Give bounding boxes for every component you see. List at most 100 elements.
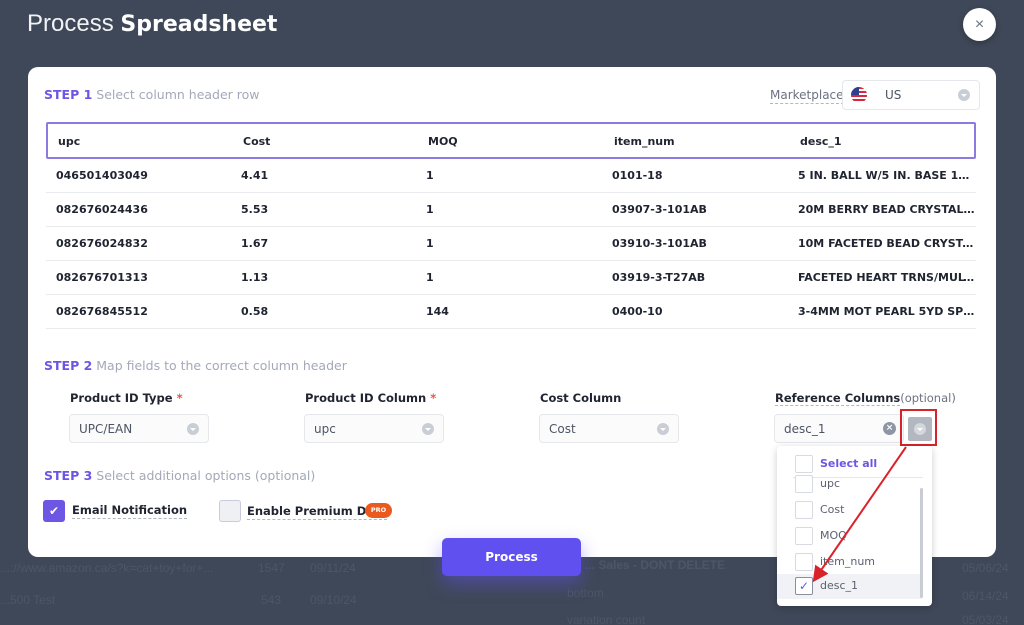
table-cell: 3-4MM MOT PEARL 5YD SPRI... xyxy=(798,305,976,318)
page-title-bold: Spreadsheet xyxy=(120,12,278,37)
page-title-light: Process xyxy=(27,10,114,37)
table-cell: 144 xyxy=(426,305,449,318)
label-text: Cost Column xyxy=(540,391,622,405)
cost-column-select[interactable]: Cost xyxy=(539,414,679,443)
select-value: UPC/EAN xyxy=(79,421,133,436)
chevron-down-icon xyxy=(422,423,434,435)
step3-text: Select additional options (optional) xyxy=(96,468,316,483)
step3-number: STEP 3 xyxy=(44,468,93,483)
step1-title: STEP 1 Select column header row xyxy=(44,87,260,102)
select-value: upc xyxy=(314,421,336,436)
product-id-type-select[interactable]: UPC/EAN xyxy=(69,414,209,443)
checkbox[interactable] xyxy=(795,501,813,519)
chevron-down-icon xyxy=(958,89,970,101)
check-icon: ✔ xyxy=(48,504,60,518)
dropdown-option-item-num[interactable]: item_num xyxy=(777,550,922,575)
product-id-column-label: Product ID Column * xyxy=(305,391,436,405)
required-mark: * xyxy=(430,391,437,405)
step2-title: STEP 2 Map fields to the correct column … xyxy=(44,358,347,373)
table-cell: 046501403049 xyxy=(56,169,148,182)
header-row[interactable]: upc Cost MOQ item_num desc_1 xyxy=(46,122,976,159)
table-cell: 0.58 xyxy=(241,305,269,318)
table-cell: 1 xyxy=(426,271,434,284)
table-cell: 0101-18 xyxy=(612,169,663,182)
checkbox[interactable] xyxy=(795,527,813,545)
select-value: Cost xyxy=(549,421,576,436)
chevron-down-icon xyxy=(914,423,926,435)
step1-number: STEP 1 xyxy=(44,87,93,102)
table-cell: 082676701313 xyxy=(56,271,148,284)
table-row[interactable]: 046501403049 4.41 1 0101-18 5 IN. BALL W/5 I… xyxy=(46,159,976,193)
header-cell: desc_1 xyxy=(800,135,842,148)
table-cell: 1 xyxy=(426,203,434,216)
table-row[interactable]: 082676024436 5.53 1 03907-3-101AB 20M BERRY … xyxy=(46,193,976,227)
dropdown-option-cost[interactable]: Cost xyxy=(777,498,922,523)
cost-column-label: Cost Column xyxy=(540,391,621,405)
option-label: Select all xyxy=(820,457,878,470)
table-row[interactable]: 082676024832 1.67 1 03910-3-101AB 10M FACETE… xyxy=(46,227,976,261)
table-row[interactable]: 082676845512 0.58 144 0400-10 3-4MM MOT PEAR… xyxy=(46,295,976,329)
table-cell: 03910-3-101AB xyxy=(612,237,707,250)
reference-columns-dropdown: Select all upc Cost MOQ item_num ✓ desc_… xyxy=(777,446,932,606)
dropdown-option-moq[interactable]: MOQ xyxy=(777,524,922,549)
us-flag-icon xyxy=(851,87,867,103)
option-label: upc xyxy=(820,477,841,490)
product-id-column-select[interactable]: upc xyxy=(304,414,444,443)
reference-columns-select[interactable]: desc_1 × xyxy=(774,414,904,443)
dropdown-option-desc-1[interactable]: ✓ desc_1 xyxy=(777,574,922,599)
checkbox-checked[interactable]: ✓ xyxy=(795,577,813,595)
chevron-down-icon xyxy=(187,423,199,435)
checkbox[interactable] xyxy=(795,475,813,493)
header-cell: MOQ xyxy=(428,135,458,148)
background-row-name: ...500 Test xyxy=(0,593,56,607)
marketplace-label: Marketplace xyxy=(770,88,844,104)
table-cell: 1 xyxy=(426,237,434,250)
table-cell: 4.41 xyxy=(241,169,269,182)
background-item: bottom xyxy=(567,586,604,600)
close-button[interactable]: × xyxy=(963,8,996,41)
step3-title: STEP 3 Select additional options (option… xyxy=(44,468,315,483)
email-notification-checkbox[interactable]: ✔ xyxy=(43,500,65,522)
marketplace-value: US xyxy=(885,88,902,102)
table-cell: 082676024436 xyxy=(56,203,148,216)
table-cell: 082676845512 xyxy=(56,305,148,318)
table-cell: 10M FACETED BEAD CRYSTAL... xyxy=(798,237,976,250)
background-row-date: 09/10/24 xyxy=(310,593,357,607)
header-cell: upc xyxy=(58,135,81,148)
table-cell: 5.53 xyxy=(241,203,269,216)
label-text: Reference Columns xyxy=(775,391,901,406)
table-cell: 1.13 xyxy=(241,271,269,284)
table-cell: FACETED HEART TRNS/MULT... xyxy=(798,271,976,284)
label-text: Product ID Type xyxy=(70,391,173,405)
marketplace-select[interactable]: US xyxy=(842,80,980,110)
email-notification-label[interactable]: Email Notification xyxy=(72,503,188,519)
table-cell: 03907-3-101AB xyxy=(612,203,707,216)
table-cell: 03919-3-T27AB xyxy=(612,271,706,284)
background-item: ... Sales - DONT DELETE xyxy=(585,558,726,572)
reference-dropdown-toggle[interactable] xyxy=(908,417,932,441)
table-cell: 5 IN. BALL W/5 IN. BASE 18 I... xyxy=(798,169,976,182)
table-cell: 1 xyxy=(426,169,434,182)
background-date: 05/06/24 xyxy=(962,561,1009,575)
close-icon: × xyxy=(974,15,985,33)
table-cell: 20M BERRY BEAD CRYSTAL 1... xyxy=(798,203,976,216)
required-mark: * xyxy=(176,391,183,405)
premium-data-checkbox[interactable] xyxy=(219,500,241,522)
checkbox[interactable] xyxy=(795,455,813,473)
clear-icon[interactable]: × xyxy=(883,422,896,435)
product-id-type-label: Product ID Type * xyxy=(70,391,183,405)
page-title: Process Spreadsheet xyxy=(27,10,277,38)
background-item: variation count xyxy=(567,613,646,625)
header-cell: item_num xyxy=(614,135,675,148)
select-value: desc_1 xyxy=(784,421,826,436)
step1-text: Select column header row xyxy=(96,87,260,102)
option-label: item_num xyxy=(820,555,876,568)
dropdown-option-upc[interactable]: upc xyxy=(777,472,922,497)
checkbox[interactable] xyxy=(795,553,813,571)
process-button[interactable]: Process xyxy=(442,538,581,576)
table-row[interactable]: 082676701313 1.13 1 03919-3-T27AB FACETED HE… xyxy=(46,261,976,295)
table-cell: 1.67 xyxy=(241,237,269,250)
header-cell: Cost xyxy=(243,135,271,148)
dropdown-scrollbar[interactable] xyxy=(920,488,923,598)
background-row-count: 543 xyxy=(261,593,282,607)
